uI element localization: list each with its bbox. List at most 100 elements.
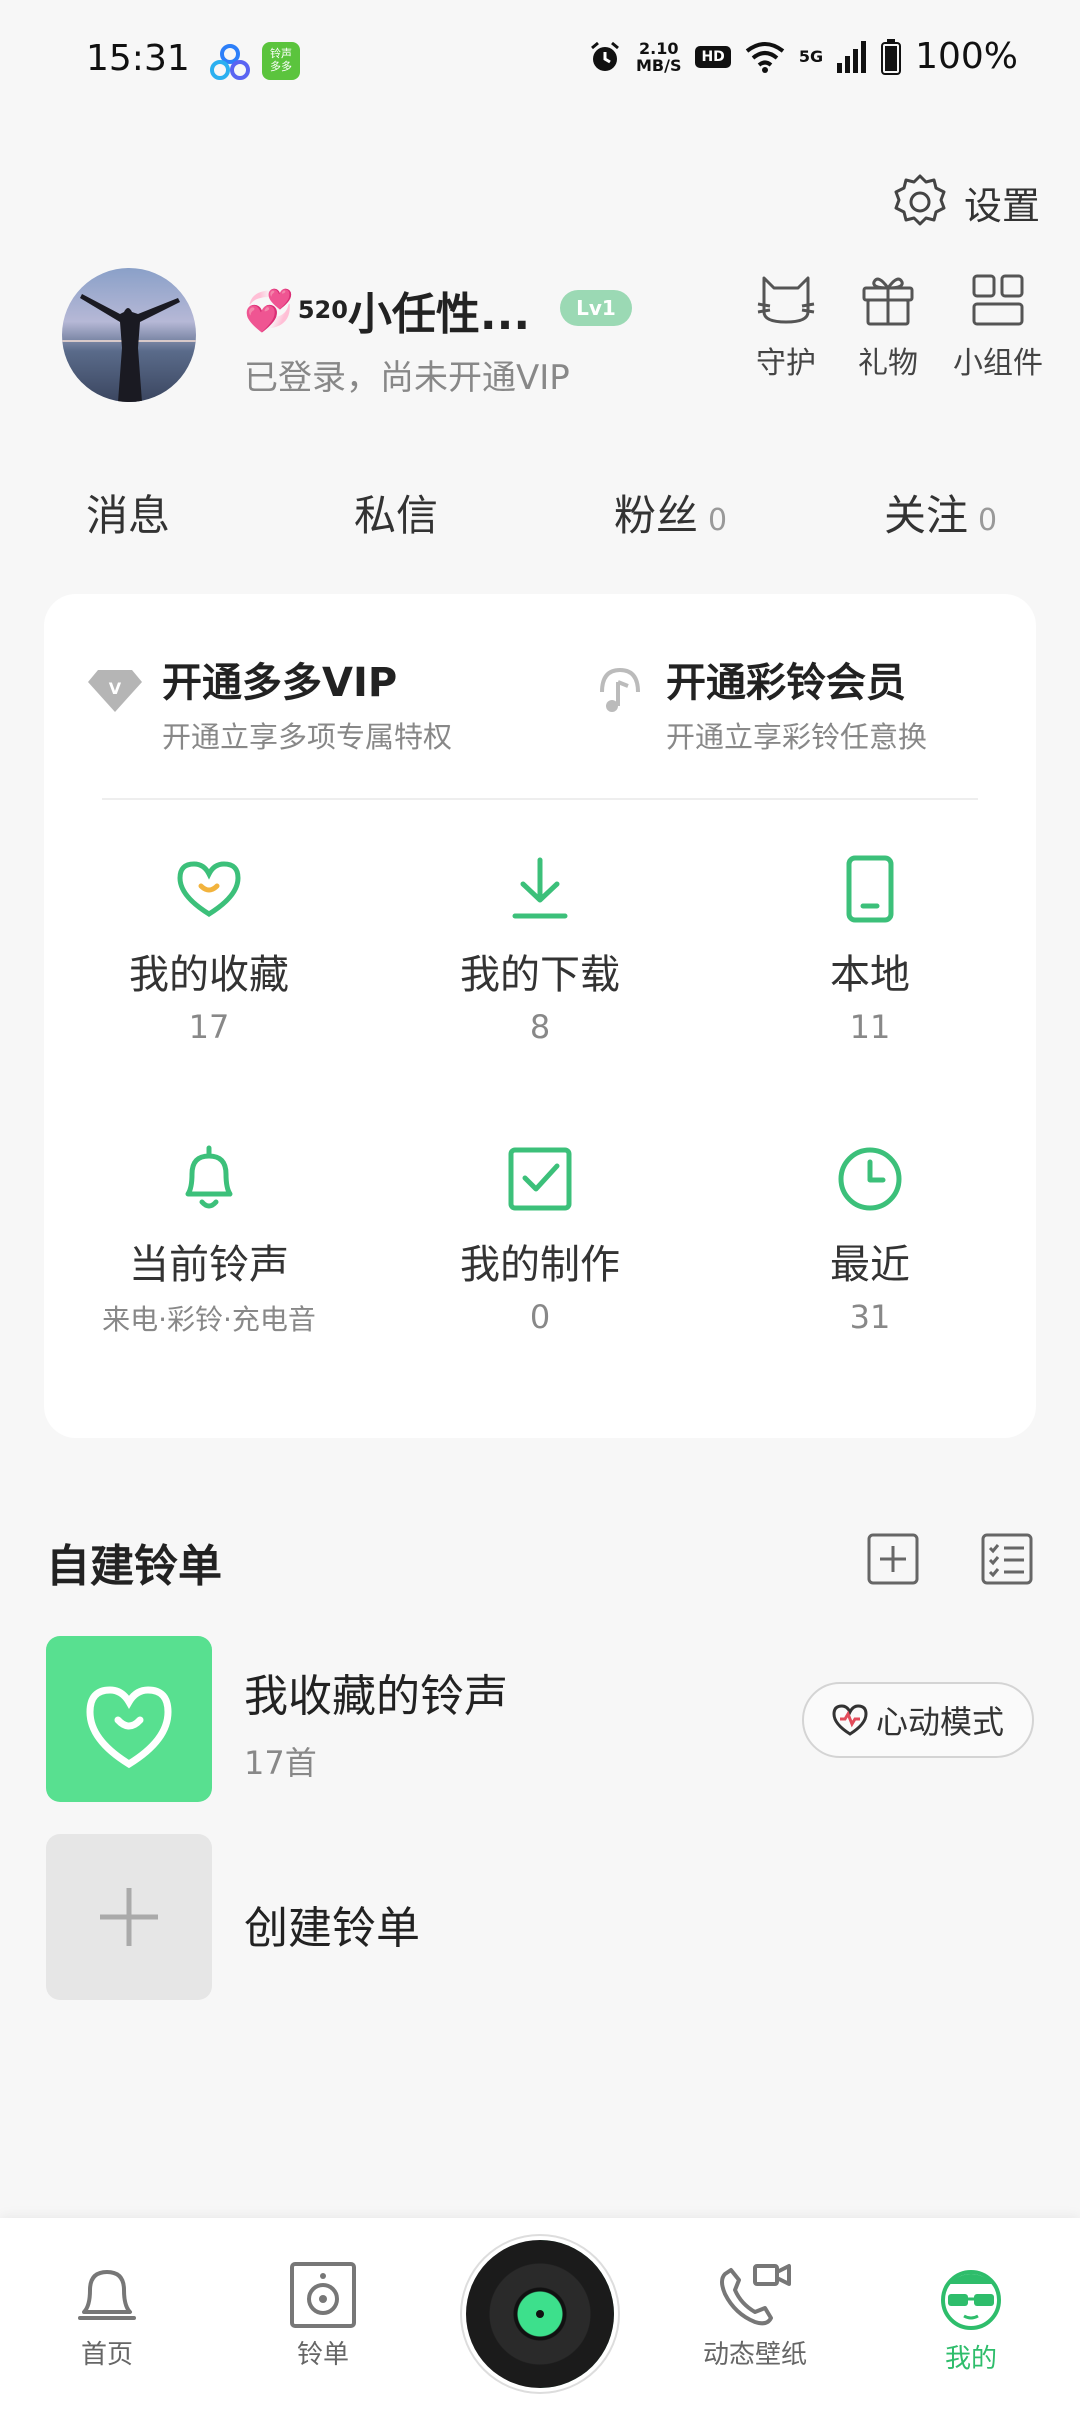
mode-label: 心动模式 [875, 1703, 1004, 1741]
speaker-icon [290, 2262, 356, 2328]
alarm-icon [591, 41, 619, 71]
gear-icon [894, 174, 946, 226]
heart-pulse-icon [832, 1704, 868, 1736]
now-playing-disc[interactable] [466, 2240, 614, 2388]
battery-percent: 100% [915, 36, 1018, 77]
gift-button[interactable]: 礼物 [838, 272, 938, 382]
following-count: 0 [978, 503, 998, 538]
following-label: 关注 [884, 491, 969, 540]
svg-text:V: V [109, 679, 122, 698]
grid-value: 11 [849, 1008, 891, 1046]
signal-icon [837, 40, 867, 73]
vip-title: 开通多多VIP [162, 660, 398, 706]
add-playlist-icon[interactable] [866, 1532, 920, 1586]
widget-icon [972, 274, 1024, 326]
divider [102, 798, 978, 800]
name-text: 小任性... [347, 289, 531, 340]
open-ringback-button[interactable]: 开通彩铃会员 开通立享彩铃任意换 [592, 650, 927, 756]
network-speed: 2.10 MB/S [635, 38, 682, 75]
heart-icon [86, 1686, 172, 1769]
nav-wallpaper[interactable]: 动态壁纸 [680, 2262, 830, 2371]
diamond-icon: V [88, 670, 142, 712]
nav-home[interactable]: 首页 [32, 2262, 182, 2371]
app-logo-icon [210, 44, 250, 80]
wifi-icon [745, 41, 785, 73]
level-badge: Lv1 [560, 290, 632, 326]
vip-subtitle: 开通立享多项专属特权 [162, 720, 453, 754]
favorite-playlist-cover[interactable] [46, 1636, 212, 1802]
nav-home-label: 首页 [80, 2340, 133, 2370]
my-creations-item[interactable]: 我的制作 0 [390, 1144, 690, 1336]
heart-icon [177, 861, 241, 917]
video-call-icon [720, 2264, 791, 2326]
grid-label: 当前铃声 [129, 1242, 289, 1288]
grid-label: 我的下载 [460, 952, 620, 998]
manage-playlist-icon[interactable] [980, 1532, 1034, 1586]
my-favorites-item[interactable]: 我的收藏 17 [59, 854, 359, 1046]
bell-icon [78, 2270, 136, 2320]
guard-label: 守护 [756, 346, 816, 381]
battery-icon [881, 38, 902, 75]
nav-wallpaper-label: 动态壁纸 [702, 2340, 807, 2370]
grid-value: 来电·彩铃·充电音 [102, 1303, 316, 1336]
grid-value: 8 [529, 1008, 551, 1046]
nav-playlist-label: 铃单 [296, 2340, 349, 2370]
login-status: 已登录，尚未开通VIP [244, 358, 570, 398]
gift-label: 礼物 [858, 346, 918, 381]
section-title: 自建铃单 [46, 1541, 222, 1592]
sunglasses-avatar-icon [941, 2270, 1001, 2330]
grid-label: 我的制作 [460, 1242, 620, 1288]
plus-icon [100, 1888, 158, 1946]
ringback-subtitle: 开通立享彩铃任意换 [666, 720, 928, 754]
ringback-title: 开通彩铃会员 [666, 660, 906, 706]
settings-button[interactable]: 设置 [890, 172, 1040, 232]
local-item[interactable]: 本地 11 [720, 854, 1020, 1046]
ringtone-app-icon: 铃声 多多 [262, 42, 300, 80]
library-card: V 开通多多VIP 开通立享多项专属特权 开通彩铃会员 开通立享彩铃任意换 我的… [44, 594, 1036, 1438]
status-indicators: 2.10 MB/S HD 5G 100% [588, 36, 1018, 77]
guard-button[interactable]: 守护 [736, 272, 836, 382]
nav-mine[interactable]: 我的 [896, 2262, 1046, 2375]
grid-label: 我的收藏 [129, 952, 289, 998]
avatar-silhouette [80, 294, 180, 402]
user-name[interactable]: 💞 5 20 小任性... [244, 278, 530, 342]
nav-mine-label: 我的 [944, 2344, 997, 2374]
my-downloads-item[interactable]: 我的下载 8 [390, 854, 690, 1046]
hd-badge: HD [695, 45, 731, 68]
status-time: 15:31 [86, 38, 190, 79]
fans-count: 0 [708, 503, 728, 538]
avatar[interactable] [62, 268, 196, 402]
bell-icon [185, 1145, 233, 1209]
recent-item[interactable]: 最近 31 [720, 1144, 1020, 1336]
fans-label: 粉丝 [614, 491, 699, 540]
music-note-icon [600, 667, 640, 712]
clock-icon [838, 1147, 902, 1211]
phone-icon [846, 855, 894, 923]
bottom-navigation: 首页 铃单 动态壁纸 我的 [0, 2218, 1080, 2412]
following-tab[interactable]: 关注 0 [884, 482, 997, 543]
create-playlist-label[interactable]: 创建铃单 [244, 1892, 420, 1956]
fans-tab[interactable]: 粉丝 0 [614, 482, 727, 543]
grid-value: 17 [188, 1008, 230, 1046]
create-playlist-cover[interactable] [46, 1834, 212, 2000]
widget-label: 小组件 [953, 346, 1043, 381]
grid-value: 31 [849, 1298, 891, 1336]
favorite-playlist-name[interactable]: 我收藏的铃声 [244, 1660, 508, 1724]
private-messages-tab[interactable]: 私信 [354, 482, 438, 543]
grid-label: 本地 [830, 952, 910, 998]
checkbox-icon [508, 1147, 572, 1211]
current-ringtone-item[interactable]: 当前铃声 来电·彩铃·充电音 [59, 1144, 359, 1338]
messages-tab[interactable]: 消息 [86, 482, 170, 543]
favorite-playlist-count: 17首 [244, 1744, 317, 1782]
grid-value: 0 [529, 1298, 551, 1336]
name-subscript: 5 [297, 296, 315, 324]
name-superscript: 20 [314, 296, 348, 324]
open-vip-button[interactable]: V 开通多多VIP 开通立享多项专属特权 [86, 650, 452, 756]
network-type: 5G [798, 47, 824, 66]
nav-playlist[interactable]: 铃单 [248, 2262, 398, 2371]
download-icon [512, 857, 568, 919]
settings-label: 设置 [963, 183, 1040, 228]
heartbeat-mode-button[interactable]: 心动模式 [802, 1682, 1034, 1758]
heart-emoji: 💞 [244, 287, 294, 334]
widget-button[interactable]: 小组件 [948, 272, 1048, 382]
